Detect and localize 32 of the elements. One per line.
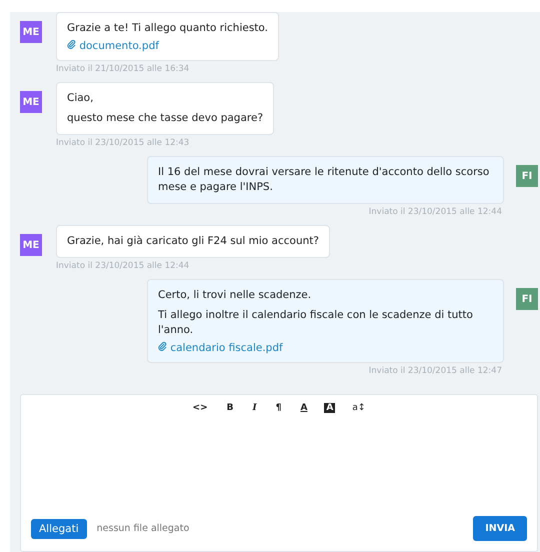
avatar-initials: ME	[20, 234, 42, 256]
format-button[interactable]: I	[250, 403, 259, 413]
attachment-status: nessun file allegato	[96, 523, 190, 534]
avatar-initials: FI	[516, 165, 538, 187]
message-text: Grazie a te! Ti allego quanto richiesto.	[67, 21, 268, 36]
attachment-link[interactable]: documento.pdf	[67, 40, 159, 52]
message-text: Il 16 del mese dovrai versare le ritenute d'acconto dello scorso mese e pagare l'INPS.	[158, 165, 490, 195]
message-timestamp: Inviato il 23/10/2015 alle 12:43	[56, 138, 190, 148]
format-button[interactable]: <>	[190, 403, 210, 413]
format-button[interactable]: B	[224, 403, 236, 413]
attach-button[interactable]: Allegati	[31, 518, 87, 538]
message-text: Ti allego inoltre il calendario fiscale con le scadenze di tutto l'anno.	[158, 308, 474, 338]
message-timestamp: Inviato il 23/10/2015 alle 12:47	[368, 366, 502, 376]
format-button[interactable]: ¶	[274, 403, 284, 413]
message-text: Grazie, hai già caricato gli F24 sul mio account?	[67, 234, 319, 249]
avatar-initials: FI	[516, 288, 538, 310]
paperclip-icon	[67, 40, 76, 49]
avatar-initials: ME	[20, 91, 42, 113]
paperclip-icon	[158, 342, 167, 351]
format-button[interactable]: A	[298, 403, 310, 413]
message-text: Ciao,	[67, 91, 94, 106]
format-button[interactable]: A	[324, 403, 336, 413]
format-button[interactable]: a↕	[350, 403, 368, 413]
send-button[interactable]: INVIA	[473, 516, 527, 541]
message-text: questo mese che tasse devo pagare?	[67, 111, 264, 126]
message-timestamp: Inviato il 23/10/2015 alle 12:44	[56, 261, 190, 271]
attachment-link[interactable]: calendario fiscale.pdf	[158, 342, 283, 354]
avatar-initials: ME	[20, 21, 42, 43]
message-text: Certo, li trovi nelle scadenze.	[158, 288, 312, 303]
message-timestamp: Inviato il 23/10/2015 alle 12:44	[368, 207, 502, 217]
message-timestamp: Inviato il 21/10/2015 alle 16:34	[56, 64, 190, 74]
message-editor[interactable]: <> B I ¶ A A a↕ Allegati nessun file allegato INVIA	[20, 394, 538, 552]
